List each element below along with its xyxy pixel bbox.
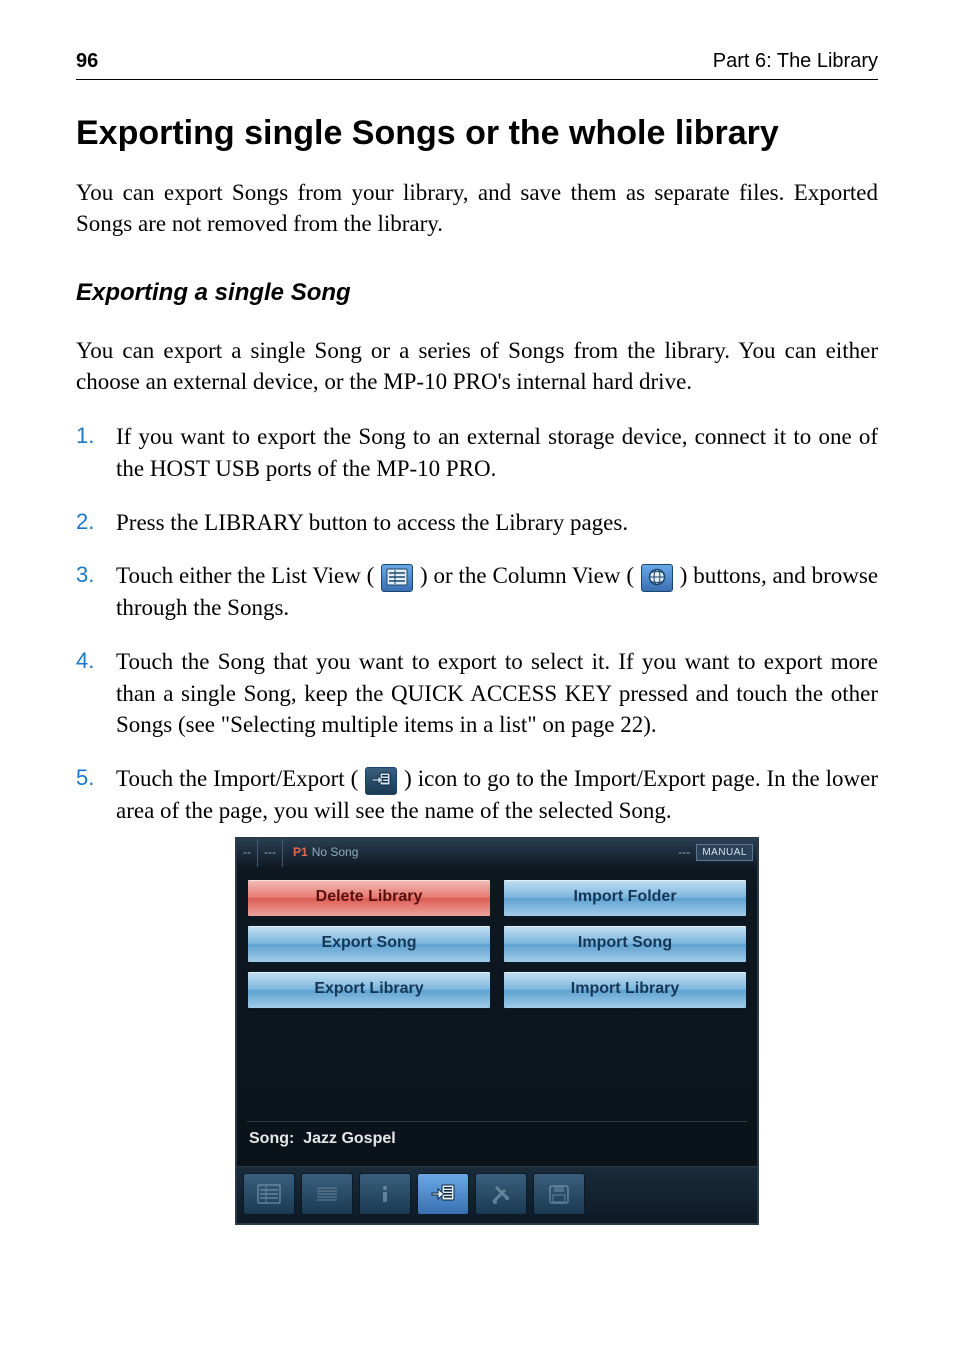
- import-library-button[interactable]: Import Library: [503, 971, 747, 1009]
- titlebar-seg: ---: [672, 839, 696, 867]
- manual-button[interactable]: MANUAL: [696, 844, 753, 862]
- page: 96 Part 6: The Library Exporting single …: [0, 0, 954, 1307]
- ui-empty-area: [247, 1009, 747, 1119]
- step-text: If you want to export the Song to an ext…: [116, 424, 878, 481]
- titlebar-song: P1 No Song: [283, 839, 364, 867]
- running-header: 96 Part 6: The Library: [76, 50, 878, 80]
- column-view-icon: [641, 564, 673, 592]
- step-3: Touch either the List View ( ) or the Co…: [76, 560, 878, 623]
- import-song-button[interactable]: Import Song: [503, 925, 747, 963]
- step-text: ) or the Column View (: [420, 563, 634, 588]
- step-text: Touch either the List View (: [116, 563, 374, 588]
- column-view-button[interactable]: [301, 1173, 353, 1215]
- step-text: Press the LIBRARY button to access the L…: [116, 510, 628, 535]
- song-value: Jazz Gospel: [303, 1130, 395, 1147]
- import-export-icon: [365, 767, 397, 795]
- section-intro: You can export Songs from your library, …: [76, 177, 878, 239]
- tools-button[interactable]: [475, 1173, 527, 1215]
- import-export-screenshot: -- --- P1 No Song --- MANUAL Delete Libr…: [235, 837, 759, 1225]
- step-text: Touch the Song that you want to export t…: [116, 649, 878, 737]
- subsection-intro: You can export a single Song or a series…: [76, 335, 878, 397]
- part-label: Part 6: The Library: [713, 50, 878, 73]
- ui-toolbar: [237, 1166, 757, 1223]
- ui-body: Delete Library Import Folder Export Song…: [237, 867, 757, 1166]
- list-view-icon: [381, 564, 413, 592]
- song-label: Song:: [249, 1130, 294, 1147]
- import-export-button[interactable]: [417, 1173, 469, 1215]
- titlebar-seg: --: [237, 839, 258, 867]
- step-4: Touch the Song that you want to export t…: [76, 646, 878, 741]
- export-library-button[interactable]: Export Library: [247, 971, 491, 1009]
- button-grid: Delete Library Import Folder Export Song…: [247, 879, 747, 1009]
- step-1: If you want to export the Song to an ext…: [76, 421, 878, 484]
- save-button[interactable]: [533, 1173, 585, 1215]
- step-5: Touch the Import/Export ( ) icon to go t…: [76, 763, 878, 1225]
- step-2: Press the LIBRARY button to access the L…: [76, 507, 878, 539]
- titlebar-p1: P1: [289, 844, 308, 861]
- step-text: Touch the Import/Export (: [116, 766, 358, 791]
- info-button[interactable]: [359, 1173, 411, 1215]
- delete-library-button[interactable]: Delete Library: [247, 879, 491, 917]
- page-number: 96: [76, 50, 98, 73]
- subsection-title: Exporting a single Song: [76, 279, 878, 307]
- ui-titlebar: -- --- P1 No Song --- MANUAL: [237, 839, 757, 867]
- list-view-button[interactable]: [243, 1173, 295, 1215]
- import-folder-button[interactable]: Import Folder: [503, 879, 747, 917]
- titlebar-nosong: No Song: [308, 844, 359, 861]
- section-title: Exporting single Songs or the whole libr…: [76, 114, 878, 153]
- titlebar-seg: ---: [258, 839, 283, 867]
- step-list: If you want to export the Song to an ext…: [76, 421, 878, 1224]
- export-song-button[interactable]: Export Song: [247, 925, 491, 963]
- selected-song-row: Song: Jazz Gospel: [247, 1121, 747, 1158]
